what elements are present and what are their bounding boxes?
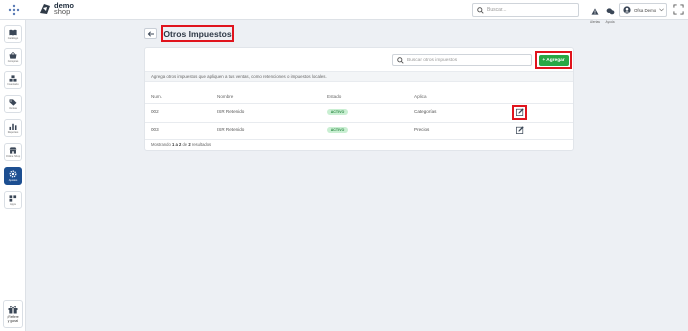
sidebar-label-settings: Ajustes [8,179,18,182]
footer-suffix: resultados [191,142,212,147]
book-icon [9,29,17,36]
column-header-name[interactable]: Nombre [217,94,233,99]
search-icon [477,6,484,14]
app-switcher-icon[interactable] [8,4,20,16]
pagination-summary: Mostrando 1 a 2 de 2 resultados [151,142,211,147]
column-header-status[interactable]: Estado [327,94,341,99]
refer-label-2: y gana! [7,319,19,323]
fullscreen-icon[interactable] [673,4,684,15]
column-header-num[interactable]: Num. [151,94,162,99]
page-title: Otros Impuestos [163,28,232,39]
sidebar-item-inventory[interactable]: Inventario [4,71,22,89]
help-label: Ayuda [605,20,615,24]
add-highlight: + Agregar [535,51,572,69]
refer-and-earn-button[interactable]: ¡Refiere y gana! [3,300,23,328]
sidebar-item-sales[interactable]: Ventas [4,95,22,113]
sidebar-label-catalog: Catálogo [7,36,19,40]
edit-icon [516,126,524,134]
cell-name: ISR Retenido [217,109,245,114]
sidebar: Catálogo Compras Inventario Ventas Repor… [0,20,26,331]
column-header-applies[interactable]: Aplica [414,94,427,99]
cell-num: 003 [151,127,159,132]
sidebar-label-reports: Reportes [7,130,19,134]
sidebar-label-sales: Ventas [9,106,17,110]
apps-icon [9,194,17,202]
chevron-down-icon [659,8,665,12]
footer-of: de [182,142,188,147]
edit-button[interactable] [515,107,525,117]
status-badge: ACTIVO [327,109,348,115]
divider [145,139,573,140]
footer-prefix: Mostrando [151,142,171,147]
logo[interactable]: demo shop [38,2,74,16]
cell-name: ISR Retenido [217,127,245,132]
edit-icon [516,108,524,116]
gift-icon [8,305,18,314]
alerts-icon [591,8,599,15]
search-icon [397,56,404,64]
user-avatar-icon [623,6,631,14]
sidebar-item-online-store[interactable]: Online Shop [4,143,22,161]
help-icon [606,8,614,15]
cell-applies: Categorías [414,109,437,114]
back-button[interactable] [144,28,157,39]
gear-icon [9,170,17,178]
taxes-search-placeholder: Buscar otros impuestos [407,57,458,63]
user-menu-button[interactable]: Ofsa Demo [619,3,667,17]
sidebar-item-catalog[interactable]: Catálogo [4,25,22,43]
edit-button[interactable] [515,125,525,135]
footer-total: 2 [188,142,191,147]
sidebar-label-inventory: Inventario [7,82,19,86]
taxes-card: Buscar otros impuestos + Agregar Agrega … [144,47,574,151]
divider [145,103,573,104]
sidebar-label-purchases: Compras [7,59,19,63]
sidebar-item-apps[interactable]: Apps [4,191,22,209]
cell-applies: Precios [414,127,430,132]
title-highlight: Otros Impuestos [161,25,234,42]
sidebar-item-reports[interactable]: Reportes [4,119,22,137]
basket-icon [9,51,17,59]
bar-chart-icon [9,123,17,130]
divider [145,122,573,123]
tag-icon [9,98,17,106]
store-icon [9,146,17,154]
arrow-left-icon [147,30,154,37]
alerts-button[interactable]: Alertas [588,2,602,24]
sidebar-label-apps: Apps [10,202,16,206]
alerts-label: Alertas [590,20,600,24]
status-badge: ACTIVO [327,127,348,133]
add-button[interactable]: + Agregar [538,54,569,66]
global-search-placeholder: Buscar... [487,7,507,13]
description-bar: Agrega otros impuestos que apliquen a tu… [145,71,573,82]
description-text: Agrega otros impuestos que apliquen a tu… [151,74,327,79]
top-bar: demo shop Buscar... Alertas Ayuda Ofsa D… [0,0,688,24]
sidebar-item-settings[interactable]: Ajustes [4,167,22,185]
user-name: Ofsa Demo [634,7,657,13]
sidebar-label-online-store: Online Shop [5,154,21,158]
help-button[interactable]: Ayuda [603,2,617,24]
cell-num: 002 [151,109,159,114]
global-search-input[interactable]: Buscar... [472,3,579,17]
footer-range: 1 a 2 [171,142,182,147]
logo-mark-icon [40,4,50,14]
taxes-search-input[interactable]: Buscar otros impuestos [392,54,532,66]
boxes-icon [9,74,17,82]
sidebar-item-purchases[interactable]: Compras [4,48,22,66]
